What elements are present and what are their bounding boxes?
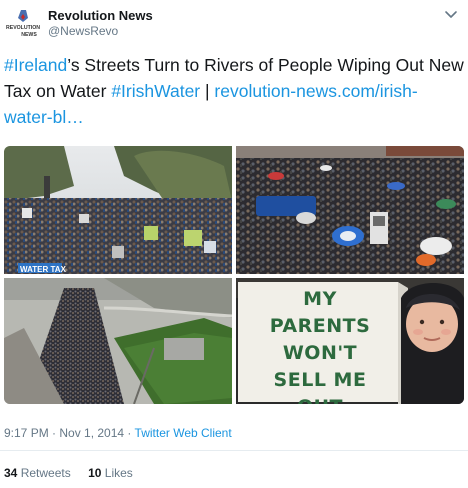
- tweet-text: #Ireland’s Streets Turn to Rivers of Peo…: [4, 52, 466, 130]
- photo-aerial-crowd[interactable]: [4, 278, 232, 404]
- tweet-stats: 34 Retweets 10 Likes: [4, 466, 147, 480]
- likes-count: 10: [88, 466, 102, 480]
- media-grid: WATER TAX MY PARENTS WON'T SELL ME: [4, 146, 464, 404]
- tweet-meta: 9:17 PM · Nov 1, 2014 · Twitter Web Clie…: [4, 426, 232, 440]
- sign-line-2: WON'T: [282, 342, 358, 364]
- likes-label: Likes: [104, 466, 133, 480]
- author-name[interactable]: Revolution News: [48, 8, 153, 23]
- tweet-card: REVOLUTION NEWS Revolution News @NewsRev…: [0, 0, 468, 488]
- hashtag-ireland[interactable]: #Ireland: [4, 55, 67, 75]
- author-handle[interactable]: @NewsRevo: [48, 24, 118, 38]
- photo-crowd-umbrellas[interactable]: [236, 146, 464, 274]
- sign-line-1: MY PARENTS: [269, 288, 371, 337]
- retweets-stat[interactable]: 34 Retweets: [4, 466, 71, 480]
- protest-sign-text: MY PARENTS WON'T SELL ME OUT: [250, 286, 390, 404]
- likes-stat[interactable]: 10 Likes: [88, 466, 133, 480]
- tweet-separator: |: [200, 81, 215, 101]
- chevron-down-icon[interactable]: [442, 6, 460, 24]
- retweets-count: 34: [4, 466, 18, 480]
- divider: [0, 450, 468, 451]
- sign-line-3: SELL ME: [273, 369, 367, 391]
- meta-separator: ·: [124, 426, 135, 440]
- photo-crowd-street[interactable]: WATER TAX: [4, 146, 232, 274]
- photo-child-sign[interactable]: MY PARENTS WON'T SELL ME OUT: [236, 278, 464, 404]
- retweets-label: Retweets: [20, 466, 71, 480]
- tweet-source-link[interactable]: Twitter Web Client: [135, 426, 232, 440]
- avatar[interactable]: REVOLUTION NEWS: [4, 8, 42, 40]
- avatar-text-top: REVOLUTION: [6, 25, 40, 31]
- sign-line-4: OUT: [250, 394, 390, 404]
- avatar-text-bottom: NEWS: [21, 32, 37, 38]
- hashtag-irishwater[interactable]: #IrishWater: [111, 81, 200, 101]
- tweet-header: REVOLUTION NEWS Revolution News @NewsRev…: [0, 6, 468, 40]
- tweet-timestamp[interactable]: 9:17 PM · Nov 1, 2014: [4, 426, 124, 440]
- banner-text: WATER TAX: [20, 265, 66, 274]
